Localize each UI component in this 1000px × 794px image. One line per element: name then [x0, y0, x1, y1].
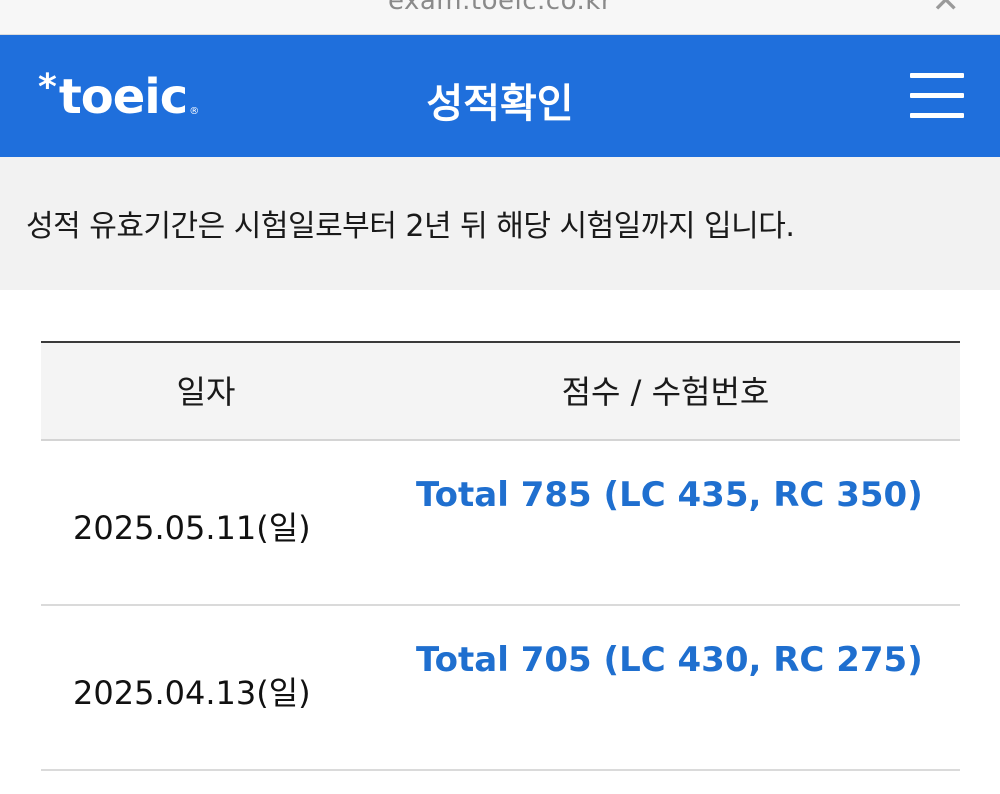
validity-notice: 성적 유효기간은 시험일로부터 2년 뒤 해당 시험일까지 입니다.	[0, 157, 1000, 290]
score-link[interactable]: Total 785 (LC 435, RC 350)	[416, 475, 923, 515]
column-header-date: 일자	[176, 373, 236, 411]
close-icon[interactable]: ✕	[932, 0, 961, 18]
table-header: 일자 점수 / 수험번호	[41, 341, 960, 441]
browser-url-bar[interactable]: exam.toeic.co.kr ✕	[0, 0, 1000, 35]
exam-date: 2025.05.11(일)	[73, 509, 311, 547]
notice-text: 성적 유효기간은 시험일로부터 2년 뒤 해당 시험일까지 입니다.	[26, 209, 795, 244]
url-text[interactable]: exam.toeic.co.kr	[0, 0, 1000, 16]
column-header-score: 점수 / 수험번호	[561, 373, 770, 411]
page-title: 성적확인	[426, 81, 574, 127]
app-header: * toeic ® 성적확인	[0, 35, 1000, 157]
exam-date: 2025.04.13(일)	[73, 674, 311, 712]
table-row: 2025.05.11(일) Total 785 (LC 435, RC 350)	[41, 441, 960, 606]
score-link[interactable]: Total 705 (LC 430, RC 275)	[416, 640, 923, 680]
table-row: 2025.04.13(일) Total 705 (LC 430, RC 275)	[41, 606, 960, 771]
hamburger-menu-icon[interactable]	[910, 73, 964, 119]
score-table: 일자 점수 / 수험번호 2025.05.11(일) Total 785 (LC…	[41, 341, 960, 771]
